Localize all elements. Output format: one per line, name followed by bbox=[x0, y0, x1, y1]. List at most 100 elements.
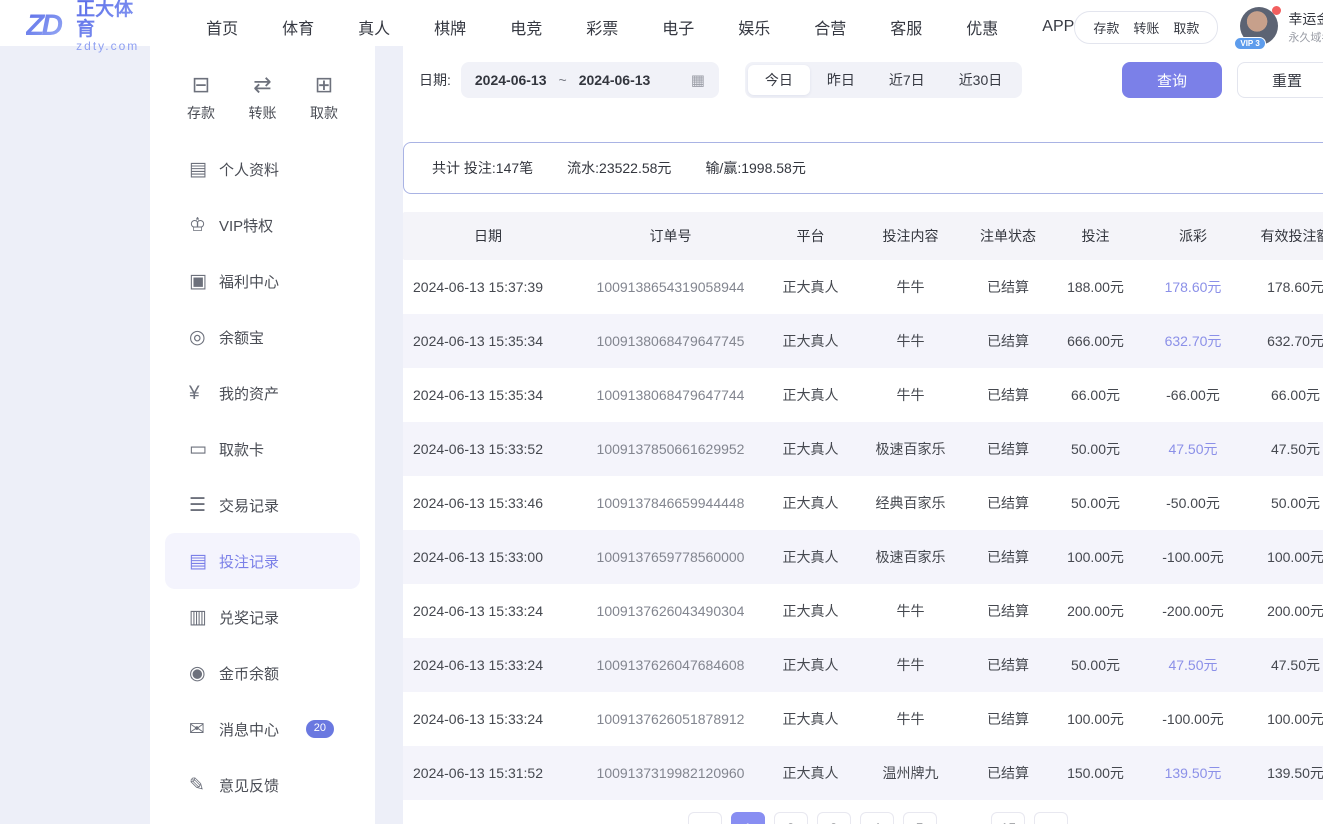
sidebar-menu-item[interactable]: ▭ 取款卡 bbox=[165, 421, 360, 477]
filter-bar: 日期: 2024-06-13 ~ 2024-06-13 ▦ 今日 昨日 近7日 … bbox=[403, 52, 1323, 98]
date-range-input[interactable]: 2024-06-13 ~ 2024-06-13 ▦ bbox=[461, 62, 719, 98]
cell-platform: 正大真人 bbox=[768, 493, 853, 513]
cell-valid-amount: 100.00元 bbox=[1243, 547, 1323, 567]
sidebar-menu-item[interactable]: ✉ 消息中心 20 bbox=[165, 701, 360, 757]
summary-turnover: 流水:23522.58元 bbox=[567, 158, 671, 178]
sidebar-menu-item[interactable]: ▣ 福利中心 bbox=[165, 253, 360, 309]
reset-button[interactable]: 重置 bbox=[1237, 62, 1323, 98]
quick-action[interactable]: ⊞ 取款 bbox=[310, 74, 338, 123]
cell-order-number: 1009138068479647744 bbox=[573, 387, 768, 403]
cell-date: 2024-06-13 15:37:39 bbox=[403, 279, 573, 295]
next-page-button[interactable]: › bbox=[1034, 812, 1068, 824]
cell-valid-amount: 200.00元 bbox=[1243, 601, 1323, 621]
quick-range-option[interactable]: 近30日 bbox=[942, 65, 1020, 95]
sidebar-menu-item[interactable]: ¥ 我的资产 bbox=[165, 365, 360, 421]
cell-valid-amount: 47.50元 bbox=[1243, 655, 1323, 675]
cell-valid-amount: 66.00元 bbox=[1243, 385, 1323, 405]
cell-bet-amount: 100.00元 bbox=[1048, 709, 1143, 729]
wallet-action[interactable]: 存款 bbox=[1093, 18, 1119, 37]
nav-item[interactable]: 电子 bbox=[662, 15, 694, 39]
calendar-icon[interactable]: ▦ bbox=[691, 71, 705, 89]
table-row: 2024-06-13 15:37:39 1009138654319058944 … bbox=[403, 260, 1323, 314]
sidebar-item-label: 个人资料 bbox=[219, 159, 279, 180]
cell-payout: -100.00元 bbox=[1143, 709, 1243, 729]
table-row: 2024-06-13 15:33:52 1009137850661629952 … bbox=[403, 422, 1323, 476]
quick-range-option[interactable]: 近7日 bbox=[872, 65, 942, 95]
nav-item[interactable]: 首页 bbox=[206, 15, 238, 39]
prev-page-button[interactable]: ‹ bbox=[688, 812, 722, 824]
cell-date: 2024-06-13 15:33:24 bbox=[403, 657, 573, 673]
date-from-value: 2024-06-13 bbox=[475, 72, 547, 88]
cell-platform: 正大真人 bbox=[768, 277, 853, 297]
mail-icon: ✉ bbox=[189, 720, 219, 739]
cell-valid-amount: 50.00元 bbox=[1243, 493, 1323, 513]
page-number-button[interactable]: ••• bbox=[946, 812, 983, 824]
quick-range-group: 今日 昨日 近7日 近30日 bbox=[745, 62, 1022, 98]
cell-date: 2024-06-13 15:33:00 bbox=[403, 549, 573, 565]
sidebar-menu-item[interactable]: ▤ 投注记录 bbox=[165, 533, 360, 589]
bet-record-icon: ▤ bbox=[189, 552, 219, 571]
cell-bet-content: 经典百家乐 bbox=[853, 493, 968, 513]
page-number-button[interactable]: 2 bbox=[774, 812, 808, 824]
cell-status: 已结算 bbox=[968, 709, 1048, 729]
wallet-action[interactable]: 取款 bbox=[1173, 18, 1199, 37]
page-number-button[interactable]: 4 bbox=[860, 812, 894, 824]
sidebar-item-label: VIP特权 bbox=[219, 215, 273, 236]
cell-platform: 正大真人 bbox=[768, 709, 853, 729]
nav-item-label: 娱乐 bbox=[738, 21, 770, 38]
cell-bet-content: 极速百家乐 bbox=[853, 439, 968, 459]
cell-valid-amount: 178.60元 bbox=[1243, 277, 1323, 297]
feedback-icon: ✎ bbox=[189, 776, 219, 795]
cell-bet-content: 牛牛 bbox=[853, 601, 968, 621]
sidebar-menu-item[interactable]: ◉ 金币余额 bbox=[165, 645, 360, 701]
cell-bet-amount: 200.00元 bbox=[1048, 601, 1143, 621]
vip-badge: VIP 3 bbox=[1234, 37, 1265, 50]
sidebar-menu-item[interactable]: ☰ 交易记录 bbox=[165, 477, 360, 533]
quick-range-option[interactable]: 昨日 bbox=[810, 65, 872, 95]
nav-item-label: 彩票 bbox=[586, 21, 618, 38]
quick-action[interactable]: ⊟ 存款 bbox=[187, 74, 215, 123]
nav-item[interactable]: 娱乐 bbox=[738, 15, 770, 39]
nav-item[interactable]: 客服 bbox=[890, 15, 922, 39]
page-number-button[interactable]: 1 bbox=[731, 812, 765, 824]
user-name: 幸运金总 bbox=[1288, 9, 1323, 30]
wallet-action[interactable]: 转账 bbox=[1133, 18, 1159, 37]
nav-item[interactable]: 体育 bbox=[282, 15, 314, 39]
nav-item[interactable]: 彩票 bbox=[586, 15, 618, 39]
quick-range-label: 近30日 bbox=[959, 70, 1003, 90]
nav-item[interactable]: 合营 bbox=[814, 15, 846, 39]
transaction-list-icon: ☰ bbox=[189, 496, 219, 515]
column-header: 投注内容 bbox=[853, 226, 968, 246]
nav-item[interactable]: 电竞 bbox=[510, 15, 542, 39]
cell-bet-content: 极速百家乐 bbox=[853, 547, 968, 567]
page-number-button[interactable]: 15 bbox=[991, 812, 1025, 824]
nav-item-label: 电子 bbox=[662, 21, 694, 38]
page-number-button[interactable]: 3 bbox=[817, 812, 851, 824]
user-block[interactable]: VIP 3 幸运金总 永久域名: z bbox=[1240, 7, 1323, 47]
nav-item-label: 首页 bbox=[206, 21, 238, 38]
sidebar-menu-item[interactable]: ✎ 意见反馈 bbox=[165, 757, 360, 813]
quick-action[interactable]: ⇄ 转账 bbox=[249, 74, 277, 123]
nav-item[interactable]: APP bbox=[1042, 18, 1074, 36]
cell-order-number: 1009137846659944448 bbox=[573, 495, 768, 511]
site-logo[interactable]: ZD 正大体育 zdty.com bbox=[26, 0, 144, 52]
cell-order-number: 1009138654319058944 bbox=[573, 279, 768, 295]
page-number-button[interactable]: 5 bbox=[903, 812, 937, 824]
sidebar-menu-item[interactable]: ♔ VIP特权 bbox=[165, 197, 360, 253]
sidebar-menu-item[interactable]: ◎ 余额宝 bbox=[165, 309, 360, 365]
nav-item[interactable]: 真人 bbox=[358, 15, 390, 39]
quick-range-label: 昨日 bbox=[827, 70, 855, 90]
wallet-actions-pill: 存款 转账 取款 bbox=[1074, 11, 1218, 44]
query-button[interactable]: 查询 bbox=[1122, 62, 1222, 98]
cell-bet-amount: 50.00元 bbox=[1048, 439, 1143, 459]
column-header: 注单状态 bbox=[968, 226, 1048, 246]
nav-item[interactable]: 优惠 bbox=[966, 15, 998, 39]
table-row: 2024-06-13 15:33:24 1009137626051878912 … bbox=[403, 692, 1323, 746]
cell-date: 2024-06-13 15:35:34 bbox=[403, 333, 573, 349]
nav-item[interactable]: 棋牌 bbox=[434, 15, 466, 39]
sidebar-menu: ▤ 个人资料 ♔ VIP特权 ▣ 福利中心 ◎ bbox=[165, 141, 360, 813]
sidebar-menu-item[interactable]: ▥ 兑奖记录 bbox=[165, 589, 360, 645]
sidebar-menu-item[interactable]: ▤ 个人资料 bbox=[165, 141, 360, 197]
quick-range-option[interactable]: 今日 bbox=[748, 65, 810, 95]
cell-platform: 正大真人 bbox=[768, 331, 853, 351]
